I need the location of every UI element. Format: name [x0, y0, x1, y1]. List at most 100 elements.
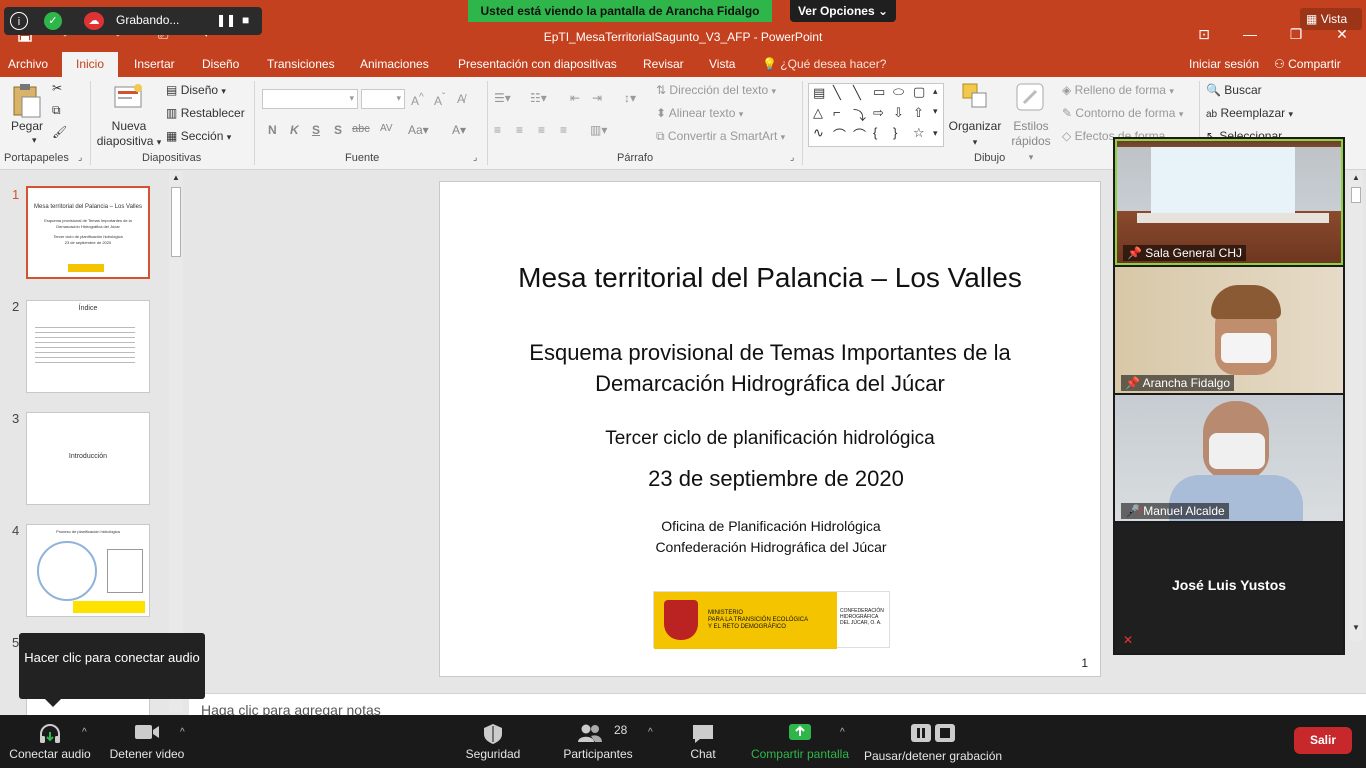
tab-archivo[interactable]: Archivo: [0, 52, 56, 77]
tab-inicio[interactable]: Inicio: [62, 52, 118, 77]
quick-styles-label[interactable]: Estilos rápidos ▾: [1008, 119, 1054, 165]
tell-me-search[interactable]: 💡 ¿Qué desea hacer?: [762, 52, 886, 77]
shape-brace-icon[interactable]: {: [873, 125, 877, 140]
increase-indent-icon[interactable]: ⇥: [592, 91, 602, 105]
minimize-icon[interactable]: —: [1230, 26, 1270, 42]
gallery-more-icon[interactable]: ▾: [933, 128, 938, 139]
share-options-caret-icon[interactable]: ^: [840, 727, 845, 738]
view-options-button[interactable]: Ver Opciones ⌄: [790, 0, 896, 22]
chat-button[interactable]: Chat: [676, 715, 730, 768]
info-icon[interactable]: i: [10, 12, 28, 30]
shape-arc-icon[interactable]: ⌒: [833, 125, 846, 144]
numbering-icon[interactable]: ☷▾: [530, 91, 547, 105]
shape-arc-icon[interactable]: ⌒: [853, 125, 866, 144]
cut-icon[interactable]: ✂: [52, 81, 62, 95]
find-button[interactable]: 🔍 Buscar: [1206, 83, 1262, 97]
tab-animaciones[interactable]: Animaciones: [352, 52, 437, 77]
align-text-button[interactable]: ⬍ Alinear texto ▾: [656, 106, 743, 120]
shape-oval-icon[interactable]: ⬭: [893, 84, 904, 100]
align-left-icon[interactable]: ≡: [494, 123, 501, 137]
tab-revisar[interactable]: Revisar: [635, 52, 692, 77]
underline-icon[interactable]: S: [312, 123, 320, 137]
stop-recording-icon[interactable]: ■: [242, 13, 249, 27]
gallery-scroll-up-icon[interactable]: ▴: [933, 86, 938, 97]
video-tile-sala-general[interactable]: 📌 Sala General CHJ: [1115, 139, 1343, 265]
italic-icon[interactable]: K: [290, 123, 299, 137]
columns-icon[interactable]: ▥▾: [590, 123, 607, 137]
pause-recording-icon[interactable]: ❚❚: [216, 13, 236, 27]
tab-diseno[interactable]: Diseño: [194, 52, 247, 77]
video-options-caret-icon[interactable]: ^: [180, 727, 185, 738]
slide-thumbnail-4[interactable]: Proceso de planificación hidrológica: [26, 524, 150, 617]
font-name-caret-icon[interactable]: ▾: [349, 93, 354, 104]
strikethrough-icon[interactable]: abc: [352, 123, 370, 135]
slide-thumbnail-2[interactable]: Índice: [26, 300, 150, 393]
clear-format-icon[interactable]: A̸: [457, 92, 465, 106]
text-direction-button[interactable]: ⇅ Dirección del texto ▾: [656, 83, 776, 97]
tab-transiciones[interactable]: Transiciones: [259, 52, 343, 77]
pause-stop-recording-button[interactable]: Pausar/detener grabación: [858, 715, 1008, 768]
shape-connector-icon[interactable]: ⌐: [833, 105, 841, 120]
audio-options-caret-icon[interactable]: ^: [82, 727, 87, 738]
line-spacing-icon[interactable]: ↕▾: [624, 91, 636, 105]
current-slide[interactable]: Mesa territorial del Palancia – Los Vall…: [439, 181, 1101, 677]
decrease-indent-icon[interactable]: ⇤: [570, 91, 580, 105]
replace-button[interactable]: ab Reemplazar ▾: [1206, 106, 1293, 120]
participants-button[interactable]: 28 Participantes: [558, 715, 638, 768]
font-size-caret-icon[interactable]: ▾: [396, 93, 401, 104]
shape-textbox-icon[interactable]: ▤: [813, 85, 825, 101]
shape-line-icon[interactable]: ╲: [833, 85, 841, 101]
share-screen-button[interactable]: Compartir pantalla: [746, 715, 854, 768]
shape-outline-button[interactable]: ✎ Contorno de forma ▾: [1062, 106, 1183, 120]
video-tile-jose-luis[interactable]: José Luis Yustos ✕: [1115, 523, 1343, 653]
slide-thumbnail-3[interactable]: Introducción: [26, 412, 150, 505]
section-button[interactable]: ▦ Sección ▾: [166, 129, 231, 143]
bullets-icon[interactable]: ☰▾: [494, 91, 511, 105]
shape-fill-button[interactable]: ◈ Relleno de forma ▾: [1062, 83, 1174, 97]
tab-vista[interactable]: Vista: [701, 52, 743, 77]
scroll-up-icon[interactable]: ▲: [1352, 173, 1360, 182]
shapes-gallery[interactable]: ▤ ╲ ╲ ▭ ⬭ ▢ △ ⌐ ⤵ ⇨ ⇩ ⇧ ∿ ⌒ ⌒ { } ☆ ▴ ▾ …: [808, 83, 944, 147]
smartart-button[interactable]: ⧉ Convertir a SmartArt ▾: [656, 129, 785, 144]
share-button[interactable]: ⚇ Compartir: [1274, 52, 1341, 77]
scrollbar-thumb[interactable]: [1351, 187, 1361, 203]
shape-rectangle-icon[interactable]: ▭: [873, 84, 885, 100]
notes-pane[interactable]: Haga clic para agregar notas: [189, 693, 1366, 718]
scroll-down-icon[interactable]: ▼: [1352, 623, 1360, 632]
copy-icon[interactable]: ⧉: [52, 103, 61, 118]
vista-button[interactable]: ▦ Vista: [1300, 8, 1362, 30]
scroll-up-icon[interactable]: ▲: [172, 173, 180, 182]
char-spacing-icon[interactable]: AV: [380, 123, 393, 134]
shield-check-icon[interactable]: ✓: [44, 12, 62, 30]
shape-triangle-icon[interactable]: △: [813, 105, 823, 121]
font-color-icon[interactable]: A▾: [452, 123, 466, 137]
gallery-scroll-down-icon[interactable]: ▾: [933, 106, 938, 117]
font-launcher-icon[interactable]: ⌟: [473, 152, 477, 163]
shape-connector-icon[interactable]: ⤵: [853, 105, 866, 124]
scrollbar-thumb[interactable]: [171, 187, 181, 257]
change-case-icon[interactable]: Aa▾: [408, 123, 429, 137]
font-size-combo[interactable]: ▾: [361, 89, 405, 109]
shape-arrow-up-icon[interactable]: ⇧: [913, 105, 924, 121]
slide-thumbnail-1[interactable]: Mesa territorial del Palancia – Los Vall…: [26, 186, 150, 279]
shape-star-icon[interactable]: ☆: [913, 125, 925, 141]
paste-label[interactable]: Pegar: [8, 119, 46, 134]
video-tile-arancha[interactable]: 📌 Arancha Fidalgo: [1115, 267, 1343, 393]
stop-video-button[interactable]: Detener video: [104, 715, 190, 768]
leave-meeting-button[interactable]: Salir: [1294, 727, 1352, 754]
arrange-label[interactable]: Organizar ▾: [946, 119, 1004, 150]
grow-font-icon[interactable]: A^: [411, 92, 424, 108]
shadow-icon[interactable]: S: [334, 123, 342, 137]
shrink-font-icon[interactable]: Aˇ: [434, 92, 445, 108]
align-right-icon[interactable]: ≡: [538, 123, 545, 137]
shape-arrow-right-icon[interactable]: ⇨: [873, 105, 884, 121]
align-center-icon[interactable]: ≡: [516, 123, 523, 137]
ribbon-display-icon[interactable]: ⊡: [1184, 26, 1224, 43]
security-button[interactable]: Seguridad: [458, 715, 528, 768]
signin-link[interactable]: Iniciar sesión: [1189, 52, 1259, 77]
paste-icon[interactable]: [12, 83, 42, 122]
bold-icon[interactable]: N: [268, 123, 277, 137]
edit-area-scrollbar[interactable]: ▲ ▼: [1349, 171, 1363, 641]
paste-dropdown-icon[interactable]: ▾: [32, 135, 37, 146]
format-painter-icon[interactable]: 🖌: [52, 125, 67, 139]
